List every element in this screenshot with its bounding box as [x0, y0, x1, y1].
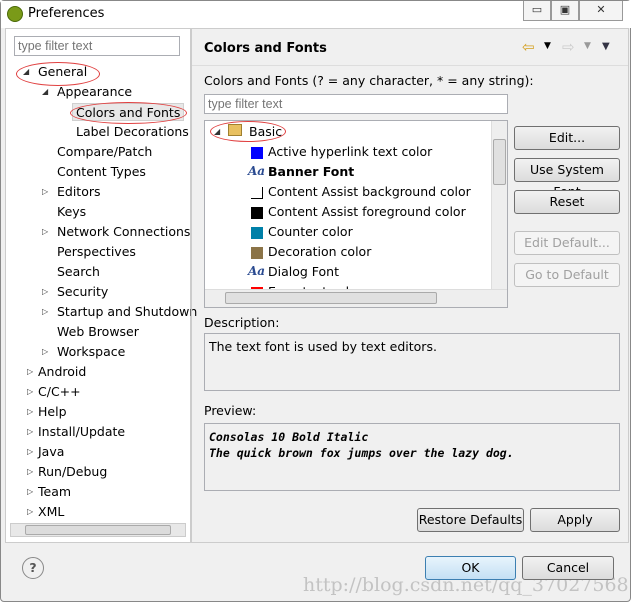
preview-line: The quick brown fox jumps over the lazy … [209, 446, 514, 460]
tree-item[interactable]: Install/Update [38, 423, 125, 441]
tree-item[interactable]: Editors [57, 183, 101, 201]
color-font-item[interactable]: Active hyperlink text color [268, 143, 432, 161]
expand-arrow-icon[interactable]: ▷ [27, 507, 33, 516]
edit-button[interactable]: Edit... [514, 126, 620, 150]
filter-input[interactable] [14, 36, 180, 56]
window-title: Preferences [28, 6, 105, 21]
tree-item[interactable]: Java [38, 443, 64, 461]
preview-box: Consolas 10 Bold Italic The quick brown … [204, 423, 620, 491]
expand-arrow-icon[interactable]: ▷ [27, 487, 33, 496]
expand-arrow-icon[interactable]: ▷ [42, 307, 48, 316]
tree-item[interactable]: Perspectives [57, 243, 136, 261]
color-swatch-icon [251, 187, 263, 199]
scrollbar-thumb[interactable] [225, 292, 437, 304]
color-font-item[interactable]: Dialog Font [268, 263, 339, 281]
use-system-font-button[interactable]: Use System Font [514, 158, 620, 199]
ok-button[interactable]: OK [425, 556, 516, 580]
color-font-item[interactable]: Content Assist background color [268, 183, 471, 201]
restore-defaults-button[interactable]: Restore Defaults [417, 508, 524, 532]
divider [192, 65, 628, 66]
tree-item[interactable]: Keys [57, 203, 86, 221]
description-box: The text font is used by text editors. [204, 333, 620, 391]
horizontal-scrollbar[interactable] [10, 523, 186, 537]
tree-item[interactable]: Security [57, 283, 108, 301]
tree-item[interactable]: Content Types [57, 163, 146, 181]
filter-instructions: Colors and Fonts (? = any character, * =… [204, 73, 534, 88]
preferences-window: Preferences ▭ ▣ ✕ ◢General◢AppearanceCol… [0, 0, 632, 602]
maximize-button[interactable]: ▣ [551, 1, 579, 21]
annotation-ellipse [70, 102, 187, 124]
font-icon: Aa [248, 164, 266, 178]
horizontal-scrollbar[interactable] [205, 289, 507, 307]
cancel-button[interactable]: Cancel [522, 556, 614, 580]
expand-arrow-icon[interactable]: ▷ [27, 387, 33, 396]
tree-item[interactable]: Compare/Patch [57, 143, 152, 161]
back-arrow-icon[interactable]: ⇦ [522, 38, 535, 56]
preview-line: Consolas 10 Bold Italic [209, 430, 369, 444]
colors-fonts-tree: ◢ Basic Active hyperlink text color Aa Ban… [204, 120, 508, 308]
tree-item[interactable]: Search [57, 263, 100, 281]
expand-arrow-icon[interactable]: ▷ [27, 427, 33, 436]
tree-item[interactable]: Android [38, 363, 86, 381]
left-panel: ◢General◢AppearanceColors and FontsLabel… [5, 28, 197, 543]
expand-arrow-icon[interactable]: ▷ [42, 347, 48, 356]
font-icon: Aa [248, 264, 266, 278]
scrollbar-thumb[interactable] [493, 139, 506, 185]
expand-arrow-icon[interactable]: ▷ [27, 407, 33, 416]
back-dropdown-icon[interactable]: ▼ [544, 41, 551, 51]
expand-arrow-icon[interactable]: ▷ [27, 367, 33, 376]
forward-arrow-icon[interactable]: ⇨ [562, 38, 575, 56]
forward-dropdown-icon[interactable]: ▼ [584, 41, 591, 51]
annotation-ellipse [16, 62, 100, 86]
minimize-button[interactable]: ▭ [523, 1, 551, 21]
tree-item[interactable]: Help [38, 403, 67, 421]
tree-item[interactable]: Appearance [57, 83, 132, 101]
annotation-ellipse [210, 121, 286, 142]
vertical-scrollbar[interactable] [491, 121, 507, 289]
expand-arrow-icon[interactable]: ▷ [27, 447, 33, 456]
go-to-default-button[interactable]: Go to Default [514, 263, 620, 287]
tree-item[interactable]: Label Decorations [76, 123, 189, 141]
tree-item[interactable]: C/C++ [38, 383, 81, 401]
color-font-item[interactable]: Content Assist foreground color [268, 203, 466, 221]
preview-label: Preview: [204, 403, 257, 418]
tree-item[interactable]: XML [38, 503, 64, 521]
tree-item[interactable]: Workspace [57, 343, 125, 361]
edit-default-button[interactable]: Edit Default... [514, 231, 620, 255]
description-label: Description: [204, 315, 280, 330]
help-icon[interactable]: ? [22, 557, 44, 579]
tree-item[interactable]: Network Connections [57, 223, 190, 241]
right-panel: Colors and Fonts ⇦ ▼ ⇨ ▼ ▼ Colors and Fo… [191, 28, 629, 543]
color-swatch-icon [251, 147, 263, 159]
color-font-item[interactable]: Decoration color [268, 243, 371, 261]
tree-item[interactable]: Startup and Shutdown [57, 303, 197, 321]
view-menu-icon[interactable]: ▼ [602, 41, 610, 52]
color-font-item[interactable]: Banner Font [268, 163, 354, 181]
tree-item[interactable]: Run/Debug [38, 463, 107, 481]
page-title: Colors and Fonts [204, 41, 327, 56]
color-swatch-icon [251, 207, 263, 219]
color-swatch-icon [251, 227, 263, 239]
color-swatch-icon [251, 247, 263, 259]
expand-arrow-icon[interactable]: ▷ [42, 287, 48, 296]
expand-arrow-icon[interactable]: ▷ [27, 467, 33, 476]
tree-item[interactable]: Team [38, 483, 71, 501]
apply-button[interactable]: Apply [530, 508, 620, 532]
color-font-item[interactable]: Counter color [268, 223, 353, 241]
scrollbar-thumb[interactable] [25, 525, 171, 535]
expand-arrow-icon[interactable]: ▷ [42, 227, 48, 236]
colors-filter-input[interactable] [204, 94, 508, 114]
collapse-arrow-icon[interactable]: ◢ [42, 87, 48, 96]
eclipse-icon [7, 6, 23, 22]
title-bar: Preferences ▭ ▣ ✕ [1, 1, 632, 28]
reset-button[interactable]: Reset [514, 190, 620, 214]
close-button[interactable]: ✕ [579, 1, 623, 21]
expand-arrow-icon[interactable]: ▷ [42, 187, 48, 196]
tree-item[interactable]: Web Browser [57, 323, 139, 341]
